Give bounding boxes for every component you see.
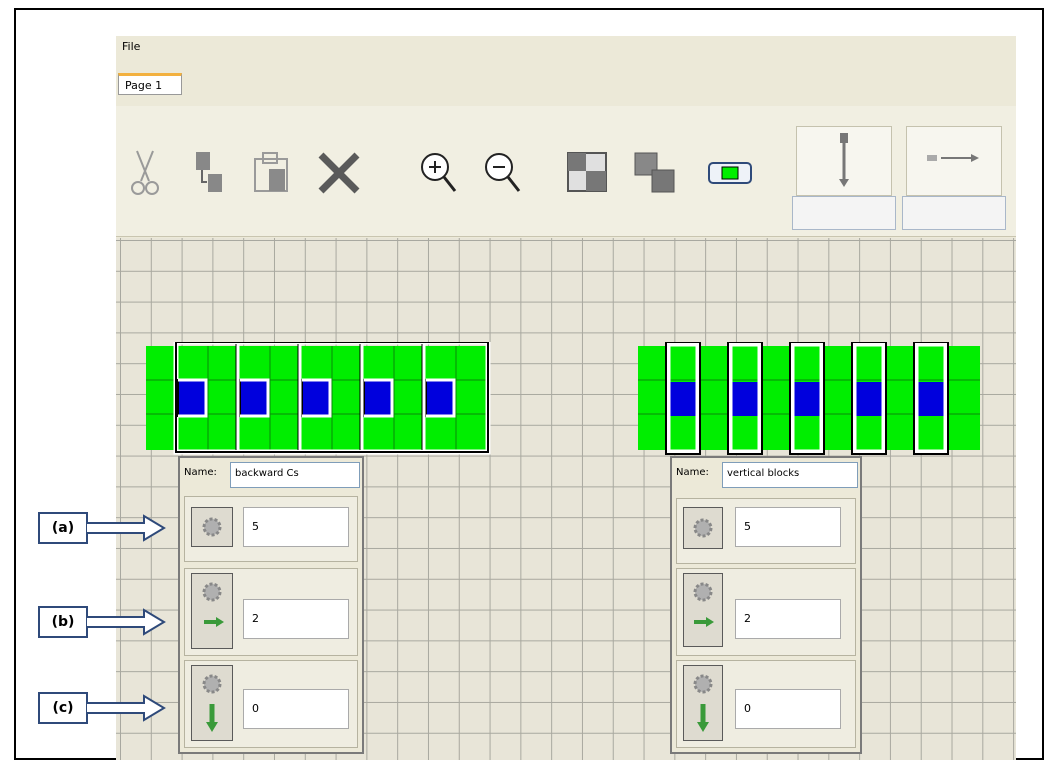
vertical-spacing-field[interactable]: [792, 196, 896, 230]
paste-button[interactable]: [248, 144, 294, 200]
callout-b: (b): [38, 606, 166, 638]
callout-c-label: (c): [38, 692, 88, 724]
zoom-in-icon: [421, 153, 457, 192]
horizontal-arrow-icon: [927, 154, 979, 162]
repeat-count-button[interactable]: [683, 507, 723, 549]
gear-down-arrow-icon: [202, 674, 222, 732]
name-label: Name:: [676, 467, 709, 478]
horizontal-offset-field[interactable]: 2: [735, 599, 841, 639]
repeat-count-group: 5: [184, 496, 358, 562]
menu-file[interactable]: File: [122, 40, 140, 53]
toolbar: [116, 106, 1016, 237]
menu-bar: File: [116, 36, 1016, 58]
vertical-offset-field[interactable]: 0: [735, 689, 841, 729]
scissors-icon: [131, 150, 159, 195]
bring-front-button[interactable]: [630, 148, 680, 198]
color-block-button[interactable]: [706, 158, 756, 188]
repeat-count-field[interactable]: 5: [243, 507, 349, 547]
delete-button[interactable]: [312, 146, 366, 200]
copy-icon: [196, 152, 222, 192]
name-input[interactable]: vertical blocks: [722, 462, 858, 488]
horizontal-offset-group: 2: [184, 568, 358, 656]
tab-strip: Page 1: [116, 64, 1016, 104]
callout-a-label: (a): [38, 512, 88, 544]
horizontal-spacing-button[interactable]: [906, 126, 1002, 196]
horizontal-offset-button[interactable]: [683, 573, 723, 647]
horizontal-offset-field[interactable]: 2: [243, 599, 349, 639]
zoom-in-button[interactable]: [416, 146, 462, 202]
bring-front-icon: [634, 152, 675, 193]
gear-icon: [202, 517, 222, 537]
app-window: File Page 1 Name: backward Cs 5 2 0 Name…: [116, 36, 1016, 760]
design-canvas[interactable]: Name: backward Cs 5 2 0 Name: vertical b…: [116, 238, 1016, 760]
horizontal-offset-button[interactable]: [191, 573, 233, 649]
vertical-offset-button[interactable]: [683, 665, 723, 741]
gear-down-arrow-icon: [693, 674, 713, 732]
repeat-count-button[interactable]: [191, 507, 233, 547]
vertical-blocks-pattern[interactable]: [638, 342, 984, 460]
callout-arrow-icon: [86, 514, 166, 542]
callout-arrow-icon: [86, 694, 166, 722]
gear-right-arrow-icon: [693, 582, 714, 627]
tab-page-1[interactable]: Page 1: [118, 73, 182, 95]
paste-icon: [254, 152, 288, 192]
vertical-offset-group: 0: [676, 660, 856, 748]
vertical-offset-button[interactable]: [191, 665, 233, 741]
repeat-count-group: 5: [676, 498, 856, 564]
gear-icon: [693, 518, 713, 538]
vertical-arrow-icon: [839, 133, 849, 187]
vertical-offset-group: 0: [184, 660, 358, 748]
gear-right-arrow-icon: [202, 582, 224, 627]
zoom-out-button[interactable]: [480, 146, 526, 202]
horizontal-offset-group: 2: [676, 568, 856, 656]
send-back-button[interactable]: [564, 148, 612, 198]
pattern-properties-panel-left: Name: backward Cs 5 2 0: [178, 456, 364, 754]
repeat-count-field[interactable]: 5: [735, 507, 841, 547]
send-back-icon: [567, 152, 607, 192]
name-label: Name:: [184, 467, 217, 478]
backward-cs-pattern[interactable]: [146, 342, 496, 460]
horizontal-spacing-field[interactable]: [902, 196, 1006, 230]
callout-a: (a): [38, 512, 166, 544]
callout-c: (c): [38, 692, 166, 724]
vertical-spacing-button[interactable]: [796, 126, 892, 196]
name-input[interactable]: backward Cs: [230, 462, 360, 488]
vertical-offset-field[interactable]: 0: [243, 689, 349, 729]
delete-x-icon: [318, 152, 360, 194]
pattern-properties-panel-right: Name: vertical blocks 5 2 0: [670, 456, 862, 754]
zoom-out-icon: [485, 153, 521, 192]
color-block-icon: [708, 162, 752, 184]
copy-button[interactable]: [188, 146, 228, 200]
cut-button[interactable]: [124, 146, 166, 200]
callout-b-label: (b): [38, 606, 88, 638]
callout-arrow-icon: [86, 608, 166, 636]
